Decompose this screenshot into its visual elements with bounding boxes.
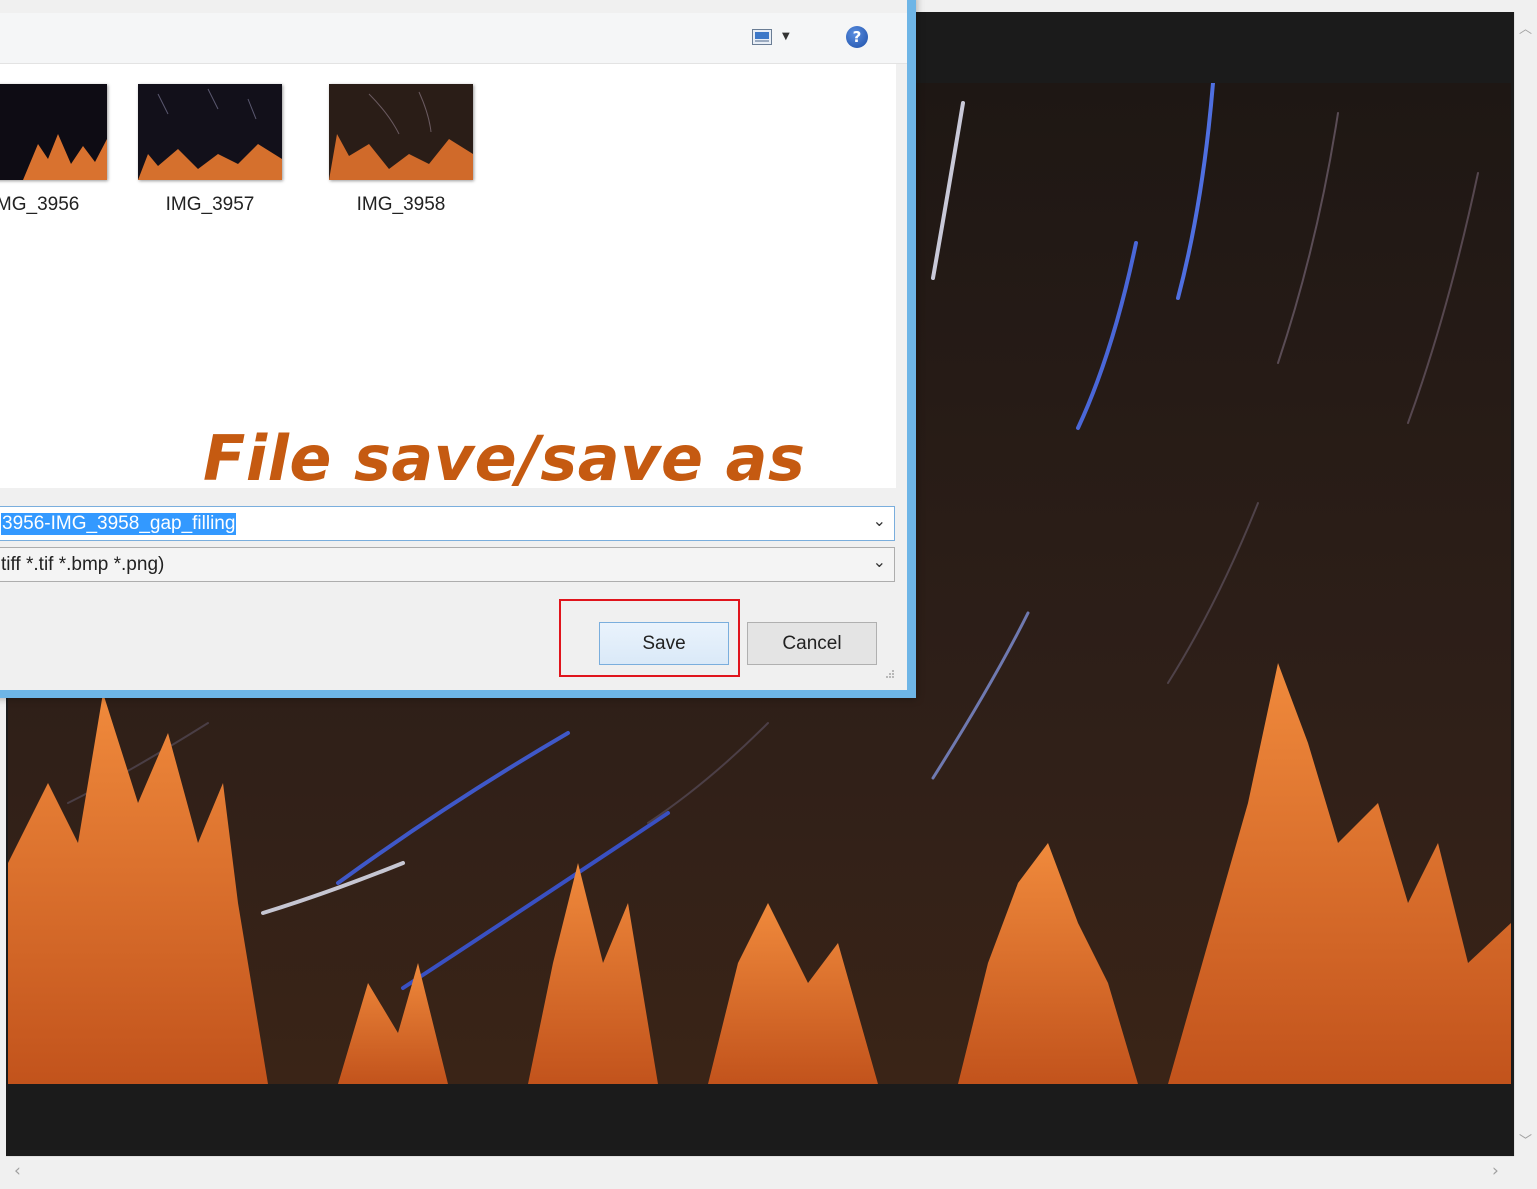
scroll-down-arrow-icon[interactable]: ﹀ <box>1519 1130 1532 1149</box>
filename-value: 3956-IMG_3958_gap_filling <box>1 513 237 535</box>
filetype-select[interactable]: tiff *.tif *.bmp *.png) ⌄ <box>0 547 895 582</box>
dialog-toolbar: ▼ ? <box>0 13 907 64</box>
change-view-icon[interactable] <box>752 29 772 45</box>
scroll-corner <box>1514 1156 1537 1189</box>
save-highlight-box <box>559 599 740 677</box>
thumbnail-image <box>0 84 107 180</box>
save-as-dialog: ▼ ? IMG_3956 IMG_3957 <box>0 0 916 698</box>
file-name: IMG_3958 <box>356 194 446 215</box>
thumbnail-image <box>329 84 473 180</box>
chevron-down-icon[interactable]: ▼ <box>782 31 790 42</box>
file-item-img-3956[interactable]: IMG_3956 <box>0 84 120 216</box>
file-name: IMG_3956 <box>0 194 80 215</box>
chevron-down-icon[interactable]: ⌄ <box>873 511 886 531</box>
file-list[interactable]: IMG_3956 IMG_3957 IMG_3958 File save/sav <box>0 64 896 495</box>
scroll-left-arrow-icon[interactable]: ‹ <box>14 1161 21 1181</box>
file-name: IMG_3957 <box>165 194 255 215</box>
dialog-bottom-panel: 3956-IMG_3958_gap_filling ⌄ tiff *.tif *… <box>0 488 896 690</box>
file-item-img-3957[interactable]: IMG_3957 <box>125 84 295 216</box>
vertical-scrollbar[interactable]: ︿ ﹀ <box>1514 12 1537 1156</box>
caption-overlay: File save/save as <box>203 422 806 495</box>
scroll-up-arrow-icon[interactable]: ︿ <box>1519 18 1532 37</box>
resize-grip-icon[interactable] <box>883 669 895 681</box>
file-item-img-3958[interactable]: IMG_3958 <box>316 84 486 216</box>
filetype-value: tiff *.tif *.bmp *.png) <box>1 554 165 575</box>
thumbnail-image <box>138 84 282 180</box>
scroll-right-arrow-icon[interactable]: › <box>1492 1161 1499 1181</box>
cancel-button[interactable]: Cancel <box>747 622 877 665</box>
help-icon[interactable]: ? <box>846 26 868 48</box>
dialog-body: ▼ ? IMG_3956 IMG_3957 <box>0 0 907 690</box>
chevron-down-icon[interactable]: ⌄ <box>873 552 886 572</box>
horizontal-scrollbar[interactable]: ‹ › <box>6 1156 1514 1187</box>
filename-input[interactable]: 3956-IMG_3958_gap_filling ⌄ <box>0 506 895 541</box>
